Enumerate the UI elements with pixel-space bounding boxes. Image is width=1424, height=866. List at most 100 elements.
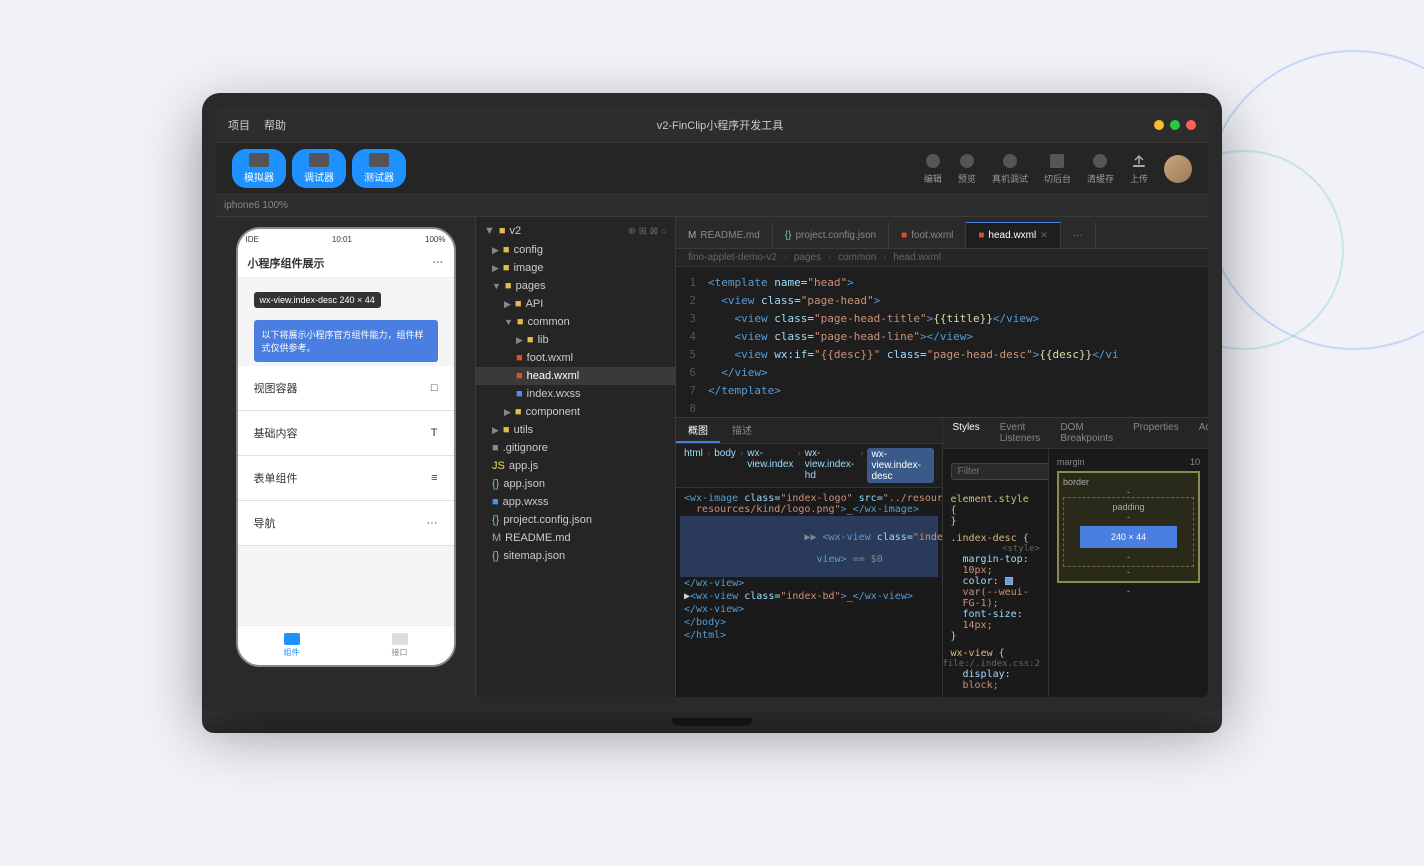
inspector-tab-desc[interactable]: 描述: [720, 418, 764, 443]
tree-app-js[interactable]: JS app.js: [476, 457, 675, 475]
toolbar: 模拟器 调试器 测试器: [216, 143, 1208, 195]
phone-tooltip: wx-view.index-desc 240 × 44: [254, 292, 381, 308]
minimize-button[interactable]: [1154, 120, 1164, 130]
close-button[interactable]: [1186, 120, 1196, 130]
ep-wx-view-index[interactable]: wx-view.index: [747, 448, 793, 483]
sim-icon: [249, 153, 269, 167]
action-preview[interactable]: 预览: [958, 152, 976, 185]
list-item-1[interactable]: 基础内容 T: [238, 411, 454, 456]
tree-foot-wxml[interactable]: ■ foot.wxml: [476, 349, 675, 367]
tree-gitignore[interactable]: ■ .gitignore: [476, 439, 675, 457]
phone-highlight-element: 以下将展示小程序官方组件能力，组件样式仅供参考。: [254, 320, 438, 362]
tree-utils[interactable]: ▶ ■ utils: [476, 421, 675, 439]
laptop-base: [202, 711, 1222, 733]
menu-item-help[interactable]: 帮助: [264, 117, 286, 133]
tree-lib[interactable]: ▶ ■ lib: [476, 331, 675, 349]
tree-head-wxml[interactable]: ■ head.wxml: [476, 367, 675, 385]
styles-tab-properties[interactable]: Properties: [1123, 418, 1189, 448]
tab-more[interactable]: ···: [1061, 222, 1096, 248]
tree-sitemap[interactable]: {} sitemap.json: [476, 547, 675, 565]
simulator-panel: IDE 10:01 100% 小程序组件展示 ···: [216, 217, 476, 697]
ht-line-4: ▶<wx-view class="index-bd">_</wx-view>: [680, 590, 938, 603]
styles-tab-styles[interactable]: Styles: [943, 418, 990, 448]
sim-button[interactable]: 模拟器: [232, 149, 286, 188]
list-item-2-icon: ≡: [431, 472, 437, 484]
phone-status-bar: IDE 10:01 100%: [238, 229, 454, 249]
tab-readme[interactable]: M README.md: [676, 222, 773, 248]
tree-app-wxss[interactable]: ■ app.wxss: [476, 493, 675, 511]
tree-project-config[interactable]: {} project.config.json: [476, 511, 675, 529]
file-tree-root: ▼ ■ v2 ⊕ ⊞ ⊠ ○: [476, 221, 675, 241]
padding-bottom-value: -: [1068, 552, 1189, 562]
styles-tab-accessibility[interactable]: Accessibility: [1189, 418, 1208, 448]
styles-tab-dom-breakpoints[interactable]: DOM Breakpoints: [1050, 418, 1123, 448]
list-item-3[interactable]: 导航 ···: [238, 501, 454, 546]
action-upload[interactable]: 上传: [1130, 152, 1148, 185]
app-title: v2-FinClip小程序开发工具: [286, 117, 1154, 133]
main-content: IDE 10:01 100% 小程序组件展示 ···: [216, 217, 1208, 697]
ep-wx-view-index-hd[interactable]: wx-view.index-hd: [805, 448, 856, 483]
tree-index-wxss[interactable]: ■ index.wxss: [476, 385, 675, 403]
tree-common[interactable]: ▼ ■ common: [476, 313, 675, 331]
laptop-screen: 项目 帮助 v2-FinClip小程序开发工具 模: [216, 107, 1208, 697]
inspector-tabs: 概图 描述: [676, 418, 942, 444]
preview-icon: [958, 152, 976, 170]
list-item-0[interactable]: 视图容器 □: [238, 366, 454, 411]
file-tree-panel: ▼ ■ v2 ⊕ ⊞ ⊠ ○ ▶ ■ config ▶: [476, 217, 676, 697]
styles-filter-input[interactable]: [951, 463, 1049, 480]
styles-tab-events[interactable]: Event Listeners: [990, 418, 1051, 448]
phone-bottom-nav: 组件 接口: [238, 625, 454, 665]
phone-nav-interface[interactable]: 接口: [346, 626, 454, 665]
tab-foot-wxml[interactable]: ■ foot.wxml: [889, 222, 966, 248]
list-item-2[interactable]: 表单组件 ≡: [238, 456, 454, 501]
avatar[interactable]: [1164, 155, 1192, 183]
phone-nav-component[interactable]: 组件: [238, 626, 346, 665]
test-button[interactable]: 测试器: [352, 149, 406, 188]
code-line-3: 3 <view class="page-head-title">{{title}…: [676, 311, 1208, 329]
list-item-3-icon: ···: [427, 517, 438, 529]
toolbar-mode-buttons: 模拟器 调试器 测试器: [232, 149, 406, 188]
list-item-1-icon: T: [431, 427, 438, 439]
padding-label: padding: [1068, 502, 1189, 512]
tree-readme[interactable]: M README.md: [476, 529, 675, 547]
action-device-debug[interactable]: 真机调试: [992, 152, 1028, 185]
phone-header: 小程序组件展示 ···: [238, 249, 454, 278]
phone-title: 小程序组件展示: [248, 255, 325, 271]
code-line-7: 7 </template>: [676, 383, 1208, 401]
tree-app-json[interactable]: {} app.json: [476, 475, 675, 493]
laptop-body: 项目 帮助 v2-FinClip小程序开发工具 模: [202, 93, 1222, 711]
tree-api[interactable]: ▶ ■ API: [476, 295, 675, 313]
ep-body[interactable]: body: [714, 448, 736, 483]
tab-close-icon[interactable]: ✕: [1040, 230, 1048, 241]
action-clear-cache[interactable]: 清缓存: [1087, 152, 1114, 185]
tab-project-config[interactable]: {} project.config.json: [773, 222, 889, 248]
phone-content: wx-view.index-desc 240 × 44 以下将展示小程序官方组件…: [238, 278, 454, 625]
action-edit[interactable]: 编辑: [924, 152, 942, 185]
folder-icon: ■: [499, 225, 506, 237]
phone-header-dots: ···: [433, 257, 444, 269]
code-editor[interactable]: 1 <template name="head"> 2 <view class="…: [676, 267, 1208, 417]
code-line-2: 2 <view class="page-head">: [676, 293, 1208, 311]
device-debug-icon: [1001, 152, 1019, 170]
code-line-1: 1 <template name="head">: [676, 275, 1208, 293]
styles-panel-tabs: Styles Event Listeners DOM Breakpoints P…: [943, 418, 1209, 449]
margin-bottom-value: -: [1127, 586, 1130, 596]
tree-component[interactable]: ▶ ■ component: [476, 403, 675, 421]
menu-item-project[interactable]: 项目: [228, 117, 250, 133]
ep-wx-view-index-desc[interactable]: wx-view.index-desc: [867, 448, 933, 483]
debug-button[interactable]: 调试器: [292, 149, 346, 188]
tree-config[interactable]: ▶ ■ config: [476, 241, 675, 259]
html-tree: <wx-image class="index-logo" src="../res…: [676, 488, 942, 697]
inspector-tab-overview[interactable]: 概图: [676, 418, 720, 443]
tree-image[interactable]: ▶ ■ image: [476, 259, 675, 277]
border-value: -: [1127, 487, 1130, 497]
test-icon: [369, 153, 389, 167]
margin-label: margin: [1057, 457, 1085, 467]
ep-html[interactable]: html: [684, 448, 703, 483]
tree-pages[interactable]: ▼ ■ pages: [476, 277, 675, 295]
action-background[interactable]: 切后台: [1044, 152, 1071, 185]
maximize-button[interactable]: [1170, 120, 1180, 130]
tab-head-wxml[interactable]: ■ head.wxml ✕: [966, 222, 1060, 248]
box-model: margin 10 border - padding: [1048, 449, 1208, 697]
menu-bar: 项目 帮助: [228, 117, 286, 133]
